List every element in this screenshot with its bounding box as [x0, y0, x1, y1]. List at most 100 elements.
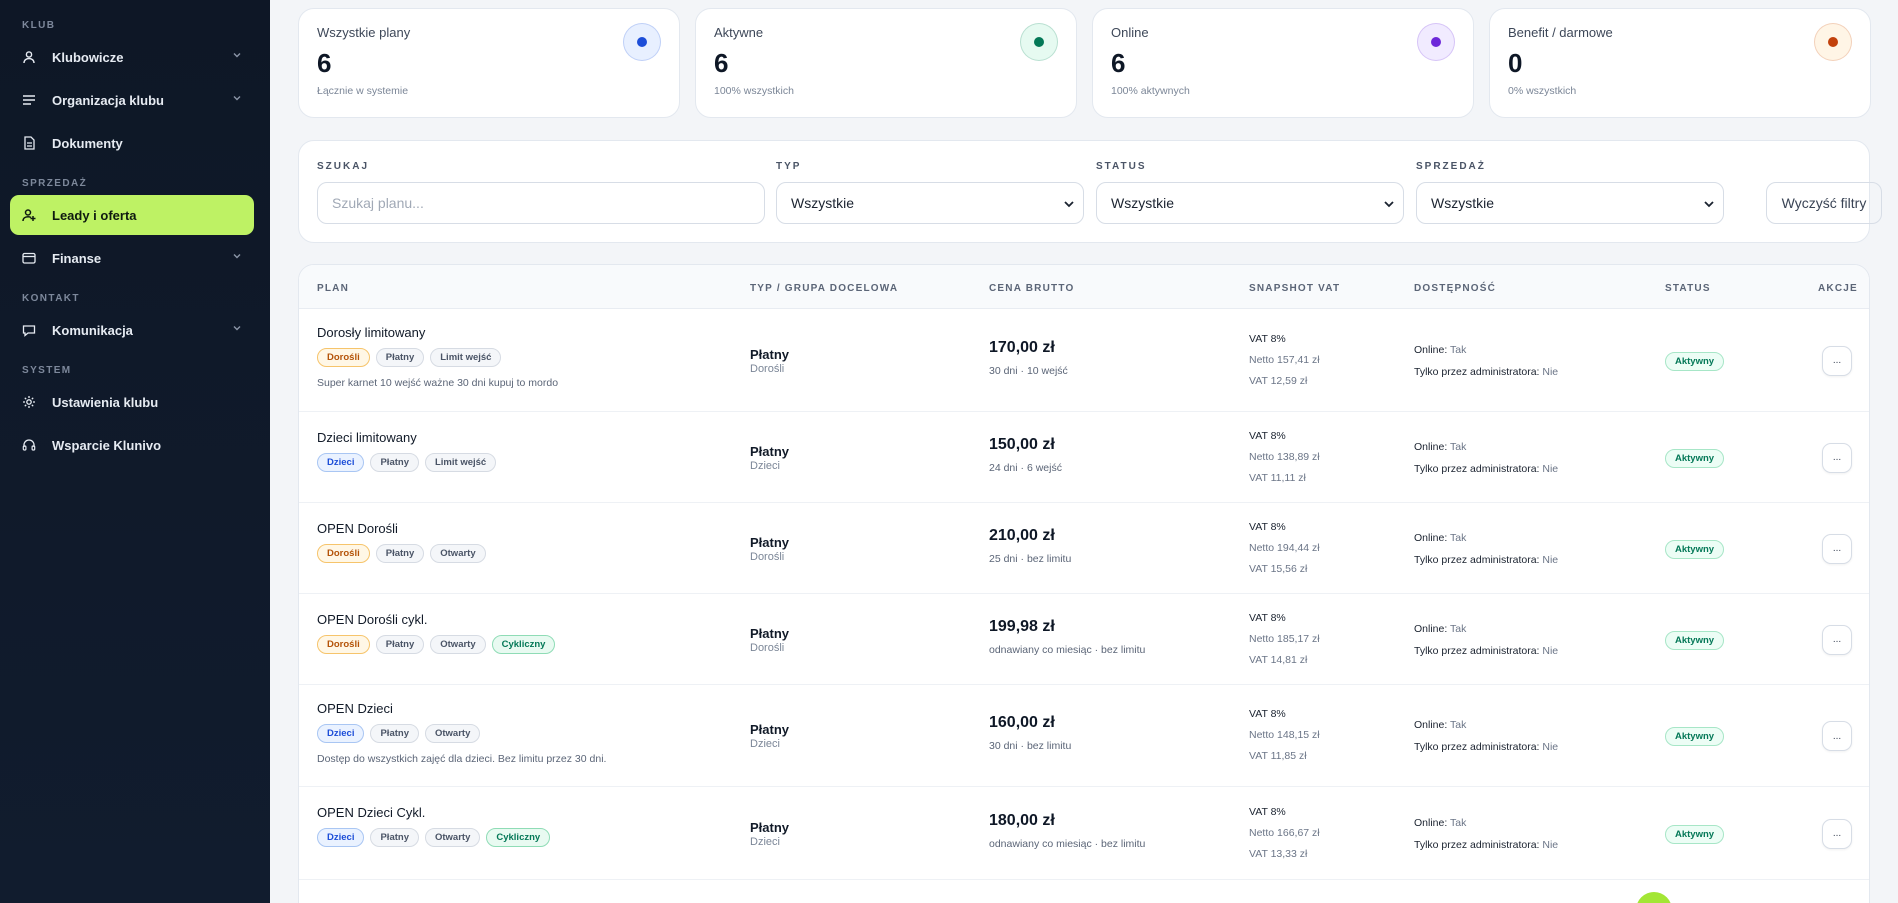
- list-icon: [22, 93, 36, 107]
- sidebar-section-label: KONTAKT: [22, 293, 80, 304]
- sidebar-item-komunikacja[interactable]: Komunikacja: [10, 310, 254, 350]
- row-actions-button[interactable]: ...: [1822, 818, 1852, 849]
- plan-tag: Otwarty: [430, 544, 486, 563]
- actions-cell: ...: [1822, 624, 1852, 655]
- plan-name: OPEN Dzieci Cykl.: [317, 805, 426, 820]
- stat-card: Aktywne 6 100% wszystkich: [695, 8, 1077, 118]
- availability-cell: Online: Tak Tylko przez administratora: …: [1414, 436, 1558, 480]
- vat-amount: VAT 13,33 zł: [1249, 847, 1308, 860]
- plan-cell: Dorosły limitowany Dorośli Płatny Limit we…: [317, 325, 558, 389]
- chevron-down-icon: [1384, 201, 1394, 208]
- price-details: 25 dni · bez limitu: [989, 552, 1072, 565]
- vat-cell: VAT 8% Netto 148,15 zł VAT 11,85 zł: [1249, 704, 1320, 767]
- plan-cell: OPEN Dorośli Dorośli Płatny Otwarty: [317, 521, 486, 563]
- plan-tags: Dzieci Płatny Otwarty: [317, 724, 606, 743]
- gross-price: 210,00 zł: [989, 526, 1055, 544]
- availability-cell: Online: Tak Tylko przez administratora: …: [1414, 527, 1558, 571]
- stat-subtitle: 0% wszystkich: [1508, 85, 1577, 97]
- target-group: Dorośli: [750, 550, 785, 563]
- plan-tag: Otwarty: [424, 724, 481, 743]
- online-label: Online:: [1414, 622, 1448, 635]
- price-cell: 180,00 zł odnawiany co miesiąc · bez lim…: [989, 812, 1145, 850]
- table-row[interactable]: OPEN Dorośli cykl. Dorośli Płatny Otwarty C…: [299, 594, 1869, 685]
- plan-tag: Płatny: [375, 635, 425, 654]
- plan-tag: Dzieci: [317, 828, 365, 847]
- status-dot-icon: [1417, 23, 1455, 61]
- net-amount: Netto 194,44 zł: [1249, 541, 1320, 554]
- plan-tag: Płatny: [370, 453, 419, 472]
- table-row[interactable]: Dorosły limitowany Dorośli Płatny Limit we…: [299, 309, 1869, 412]
- actions-cell: ...: [1822, 721, 1852, 751]
- row-actions-button[interactable]: ...: [1822, 721, 1852, 751]
- vat-rate: VAT 8%: [1249, 520, 1286, 533]
- net-amount: Netto 138,89 zł: [1249, 450, 1320, 463]
- plan-tags: Dorośli Płatny Otwarty: [317, 544, 486, 563]
- sidebar-item-leady-i-oferta[interactable]: Leady i oferta: [10, 195, 254, 235]
- type-select[interactable]: Wszystkie: [776, 182, 1084, 224]
- plan-cell: Dzieci limitowany Dzieci Płatny Limit wejś…: [317, 430, 497, 472]
- chevron-down-icon: [1704, 201, 1714, 208]
- status-label: STATUS: [1096, 161, 1147, 172]
- sidebar-item-wsparcie-klunivo[interactable]: Wsparcie Klunivo: [10, 425, 254, 465]
- target-group: Dzieci: [750, 835, 780, 848]
- online-value: Tak: [1450, 719, 1467, 731]
- price-cell: 170,00 zł 30 dni · 10 wejść: [989, 339, 1068, 377]
- vat-cell: VAT 8% Netto 166,67 zł VAT 13,33 zł: [1249, 802, 1320, 865]
- sidebar-item-label: Dokumenty: [52, 135, 123, 151]
- sidebar-item-dokumenty[interactable]: Dokumenty: [10, 123, 254, 163]
- admin-only-value: Nie: [1542, 838, 1559, 851]
- plan-tags: Dzieci Płatny Limit wejść: [317, 453, 497, 472]
- table-row[interactable]: OPEN Dorośli Dorośli Płatny Otwarty Płatny…: [299, 503, 1869, 594]
- plan-tag: Dorośli: [317, 544, 370, 563]
- type-cell: Płatny Dorośli: [750, 347, 789, 375]
- status-cell: Aktywny: [1665, 726, 1725, 746]
- net-amount: Netto 157,41 zł: [1249, 353, 1320, 366]
- online-value: Tak: [1450, 622, 1467, 635]
- plan-tags: Dorośli Płatny Limit wejść: [317, 348, 558, 367]
- plan-tag: Otwarty: [430, 635, 486, 654]
- type-cell: Płatny Dzieci: [750, 820, 789, 848]
- sale-select[interactable]: Wszystkie: [1416, 182, 1724, 224]
- vat-cell: VAT 8% Netto 185,17 zł VAT 14,81 zł: [1249, 608, 1320, 671]
- plan-type: Płatny: [750, 346, 790, 362]
- stat-card: Wszystkie plany 6 Łącznie w systemie: [298, 8, 680, 118]
- stat-card: Online 6 100% aktywnych: [1092, 8, 1474, 118]
- online-label: Online:: [1414, 816, 1448, 829]
- vat-amount: VAT 12,59 zł: [1249, 374, 1308, 387]
- row-actions-button[interactable]: ...: [1822, 533, 1852, 564]
- type-cell: Płatny Dzieci: [750, 444, 789, 472]
- filters-panel: SZUKAJ Szukaj planu... TYP Wszystkie STA…: [298, 140, 1882, 243]
- target-group: Dzieci: [750, 738, 780, 750]
- row-actions-button[interactable]: ...: [1822, 442, 1852, 473]
- status-badge: Aktywny: [1665, 630, 1725, 650]
- clear-filters-button[interactable]: Wyczyść filtry: [1766, 182, 1882, 224]
- target-group: Dzieci: [750, 459, 780, 472]
- search-input[interactable]: Szukaj planu...: [317, 182, 765, 224]
- sidebar: KLUB Klubowicze Organizacja klubu Dokume…: [0, 0, 270, 903]
- sidebar-item-klubowicze[interactable]: Klubowicze: [10, 37, 254, 77]
- table-row[interactable]: Dzieci limitowany Dzieci Płatny Limit wejś…: [299, 412, 1869, 503]
- table-row[interactable]: OPEN Dzieci Dzieci Płatny Otwarty Dostęp d…: [299, 685, 1869, 787]
- plan-name: Dzieci limitowany: [317, 430, 417, 445]
- gross-price: 199,98 zł: [989, 617, 1055, 635]
- online-label: Online:: [1414, 531, 1448, 544]
- online-value: Tak: [1450, 531, 1467, 544]
- vat-amount: VAT 11,85 zł: [1249, 750, 1307, 762]
- status-select[interactable]: Wszystkie: [1096, 182, 1404, 224]
- vat-amount: VAT 15,56 zł: [1249, 562, 1308, 575]
- sidebar-item-ustawienia-klubu[interactable]: Ustawienia klubu: [10, 382, 254, 422]
- online-value: Tak: [1450, 816, 1467, 829]
- plan-cell: OPEN Dorośli cykl. Dorośli Płatny Otwarty C…: [317, 612, 556, 654]
- availability-cell: Online: Tak Tylko przez administratora: …: [1414, 812, 1558, 856]
- status-badge: Aktywny: [1665, 539, 1725, 559]
- col-vat: SNAPSHOT VAT: [1249, 283, 1341, 294]
- col-availability: DOSTĘPNOŚĆ: [1414, 283, 1497, 294]
- row-actions-button[interactable]: ...: [1822, 624, 1852, 655]
- table-row[interactable]: OPEN Dzieci Cykl. Dzieci Płatny Otwarty Cyk…: [299, 787, 1869, 880]
- row-actions-button[interactable]: ...: [1822, 345, 1852, 376]
- sidebar-item-finanse[interactable]: Finanse: [10, 238, 254, 278]
- status-badge: Aktywny: [1665, 448, 1725, 468]
- stat-value: 6: [1111, 48, 1126, 78]
- stat-title: Benefit / darmowe: [1508, 25, 1613, 40]
- sidebar-item-organizacja-klubu[interactable]: Organizacja klubu: [10, 80, 254, 120]
